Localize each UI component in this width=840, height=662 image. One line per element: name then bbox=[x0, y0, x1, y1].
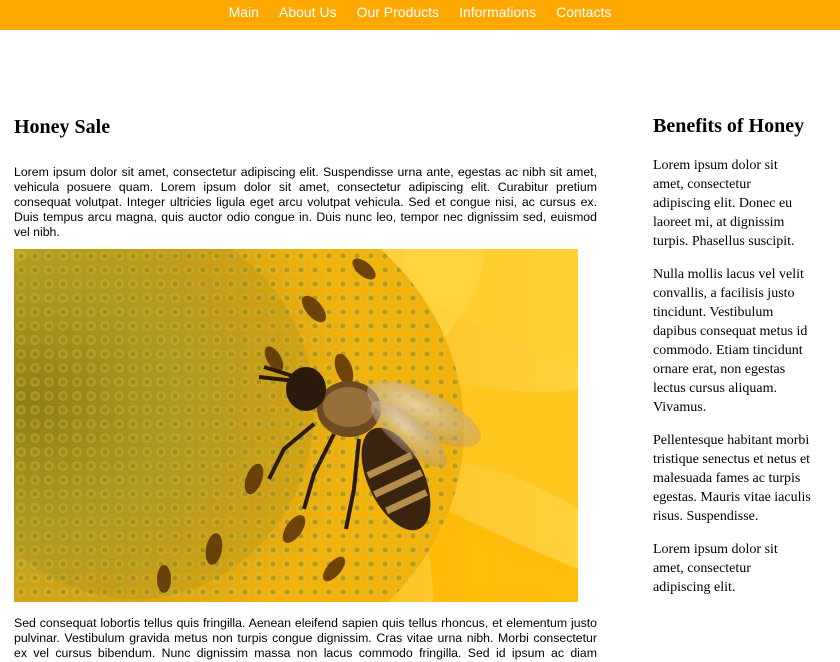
nav-link-informations[interactable]: Informations bbox=[459, 5, 536, 19]
sidebar: Benefits of Honey Lorem ipsum dolor sit … bbox=[653, 112, 811, 611]
nav-link-contacts[interactable]: Contacts bbox=[556, 5, 611, 19]
nav-link-main[interactable]: Main bbox=[229, 5, 259, 19]
sidebar-paragraph: Lorem ipsum dolor sit amet, consectetur … bbox=[653, 542, 778, 595]
top-navigation: Main About Us Our Products Informations … bbox=[0, 0, 840, 30]
sidebar-paragraph: Pellentesque habitant morbi tristique se… bbox=[653, 433, 811, 524]
page-title: Honey Sale bbox=[14, 116, 111, 138]
intro-paragraph: Lorem ipsum dolor sit amet, consectetur … bbox=[14, 165, 597, 239]
nav-link-our-products[interactable]: Our Products bbox=[357, 5, 439, 19]
sidebar-paragraph: Nulla mollis lacus vel velit convallis, … bbox=[653, 267, 808, 415]
bee-on-sunflower-image bbox=[14, 249, 578, 602]
nav-link-about-us[interactable]: About Us bbox=[279, 5, 337, 19]
sidebar-paragraph: Lorem ipsum dolor sit amet, consectetur … bbox=[653, 158, 795, 249]
main-content: Honey Sale Lorem ipsum dolor sit amet, c… bbox=[14, 110, 597, 662]
sidebar-title: Benefits of Honey bbox=[653, 115, 805, 137]
hero-image-graphic bbox=[14, 249, 578, 602]
body-paragraph: Sed consequat lobortis tellus quis fring… bbox=[14, 616, 597, 662]
